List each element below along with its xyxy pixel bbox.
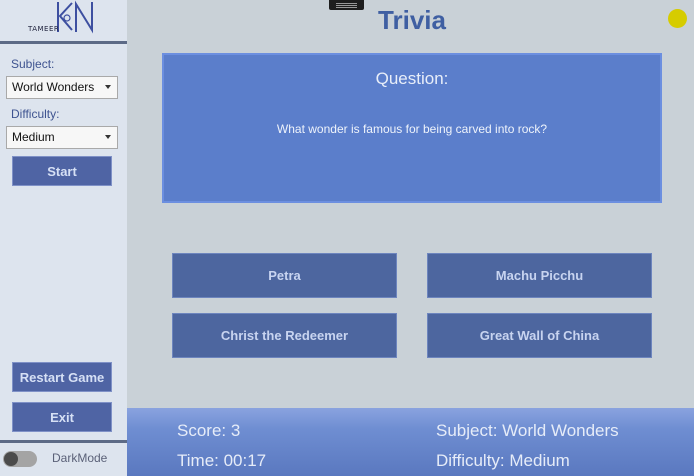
darkmode-toggle[interactable] (3, 451, 37, 467)
difficulty-select[interactable]: Medium (6, 126, 118, 149)
sidebar: TAMEER Subject: World Wonders Difficulty… (0, 0, 127, 476)
toggle-knob (4, 452, 18, 466)
chevron-down-icon (105, 135, 111, 139)
subject-select-value: World Wonders (12, 80, 95, 94)
page-title: Trivia (378, 5, 446, 35)
subject-select[interactable]: World Wonders (6, 76, 118, 99)
subject-label: Subject: (11, 57, 55, 71)
sidebar-divider-bottom (0, 440, 127, 443)
difficulty-status-text: Difficulty: Medium (436, 451, 570, 470)
answer-button-2[interactable]: Machu Picchu (427, 253, 652, 298)
darkmode-label: DarkMode (52, 451, 108, 465)
difficulty-label: Difficulty: (11, 107, 60, 121)
answer-button-1[interactable]: Petra (172, 253, 397, 298)
answer-button-3[interactable]: Christ the Redeemer (172, 313, 397, 358)
subject-status-text: Subject: World Wonders (436, 421, 619, 440)
status-bar: Score: 3 Time: 00:17 Subject: World Wond… (127, 408, 694, 476)
exit-button[interactable]: Exit (12, 402, 112, 432)
answer-button-4[interactable]: Great Wall of China (427, 313, 652, 358)
time-text: Time: 00:17 (177, 451, 267, 470)
score-text: Score: 3 (177, 421, 241, 440)
start-button[interactable]: Start (12, 156, 112, 186)
restart-game-button[interactable]: Restart Game (12, 362, 112, 392)
status-indicator-icon (668, 9, 687, 28)
question-panel: Question: What wonder is famous for bein… (162, 53, 662, 203)
sidebar-divider-top (0, 41, 127, 44)
question-text: What wonder is famous for being carved i… (276, 122, 548, 136)
question-header: Question: (375, 69, 449, 88)
difficulty-select-value: Medium (12, 130, 55, 144)
logo-text: TAMEER (28, 25, 60, 33)
chevron-down-icon (105, 85, 111, 89)
